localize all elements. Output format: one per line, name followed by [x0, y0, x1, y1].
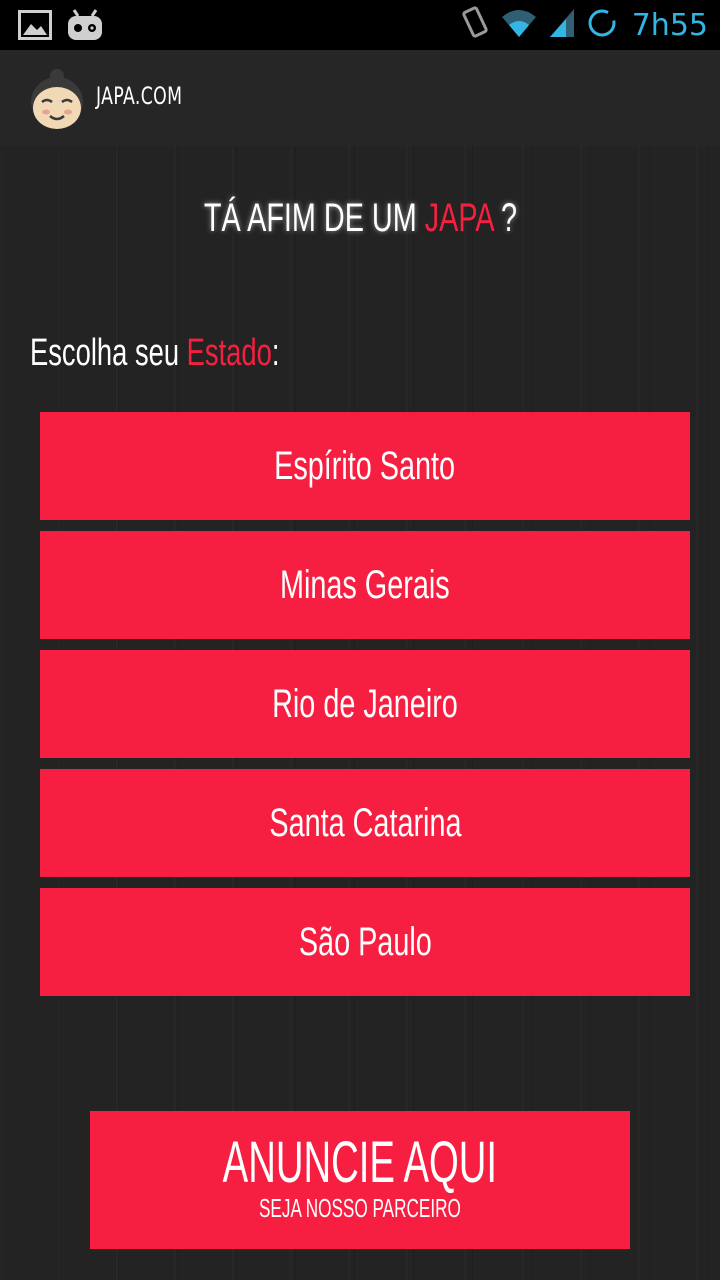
state-button-label: Espírito Santo — [274, 443, 456, 488]
sync-icon — [586, 7, 618, 44]
choose-state-label: Escolha seu Estado: — [30, 332, 279, 375]
state-button-espirito-santo[interactable]: Espírito Santo — [40, 412, 690, 520]
choose-accent: Estado — [186, 332, 272, 374]
headline-suffix: ? — [500, 196, 517, 240]
state-button-label: Rio de Janeiro — [272, 681, 458, 726]
android-robot-icon — [66, 8, 104, 47]
wifi-icon — [500, 7, 538, 44]
status-time: 7h55 — [631, 7, 708, 43]
state-button-santa-catarina[interactable]: Santa Catarina — [40, 769, 690, 877]
choose-prefix: Escolha seu — [30, 332, 180, 374]
main-content: TÁ AFIM DE UM JAPA ? Escolha seu Estado:… — [0, 146, 720, 1280]
headline-accent: JAPA — [424, 196, 493, 240]
state-button-label: São Paulo — [298, 919, 432, 964]
state-button-label: Minas Gerais — [280, 562, 450, 607]
advertise-subtitle: SEJA NOSSO PARCEIRO — [259, 1193, 461, 1223]
state-button-sao-paulo[interactable]: São Paulo — [40, 888, 690, 996]
state-button-minas-gerais[interactable]: Minas Gerais — [40, 531, 690, 639]
state-button-label: Santa Catarina — [268, 800, 462, 845]
app-title: JAPA.COM — [96, 82, 183, 110]
action-bar: JAPA.COM — [0, 50, 720, 146]
state-button-rio-de-janeiro[interactable]: Rio de Janeiro — [40, 650, 690, 758]
choose-suffix: : — [271, 332, 280, 374]
headline-prefix: TÁ AFIM DE UM — [203, 196, 417, 240]
page-headline: TÁ AFIM DE UM JAPA ? — [0, 196, 720, 241]
advertise-banner[interactable]: ANUNCIE AQUI SEJA NOSSO PARCEIRO — [90, 1111, 630, 1249]
sumo-face-icon[interactable] — [26, 66, 88, 132]
image-icon — [18, 10, 52, 45]
rotation-icon — [460, 5, 490, 45]
advertise-title: ANUNCIE AQUI — [222, 1130, 498, 1195]
signal-icon — [548, 7, 576, 44]
status-bar: 7h55 — [0, 0, 720, 50]
